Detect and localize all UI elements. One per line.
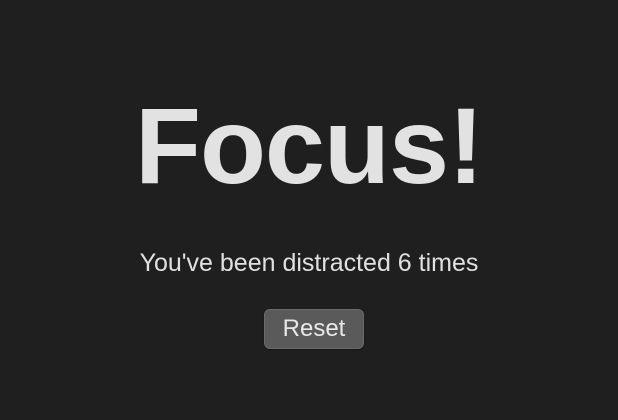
reset-button[interactable]: Reset	[264, 309, 364, 349]
distraction-message: You've been distracted 6 times	[139, 249, 479, 277]
focus-title: Focus!	[134, 85, 484, 206]
focus-app: Focus! You've been distracted 6 times Re…	[0, 0, 618, 420]
